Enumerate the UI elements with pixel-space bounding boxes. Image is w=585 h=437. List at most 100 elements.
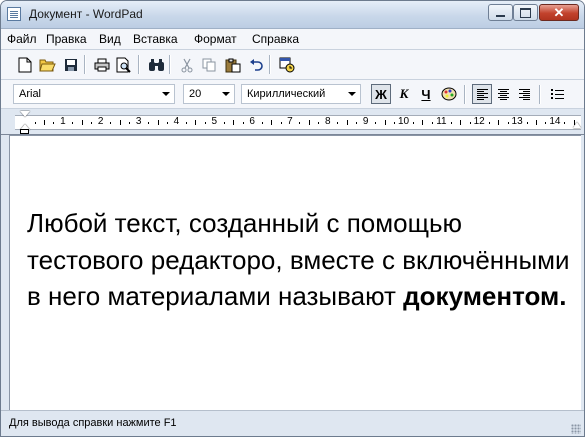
copy-button[interactable] (199, 55, 219, 75)
align-right-button[interactable] (514, 84, 534, 104)
minimize-button[interactable] (488, 4, 513, 21)
font-size-select[interactable]: 20 (183, 84, 235, 104)
font-size-value: 20 (189, 88, 202, 100)
new-document-button[interactable] (15, 55, 35, 75)
ruler-mark (394, 122, 395, 124)
ruler-mark (72, 122, 74, 124)
align-right-icon (518, 88, 530, 100)
script-select[interactable]: Кириллический (241, 84, 361, 104)
toolbar-separator (169, 55, 171, 74)
print-preview-icon (116, 57, 131, 73)
italic-button[interactable]: К (394, 84, 414, 104)
menu-bar: Файл Правка Вид Вставка Формат Справка (1, 29, 584, 50)
ruler-mark (375, 122, 377, 124)
ruler-number: 8 (325, 116, 331, 127)
ruler-mark (337, 122, 339, 124)
save-button[interactable] (61, 55, 81, 75)
document-area[interactable]: Любой текст, созданный с помощью тестово… (9, 135, 581, 410)
ruler-mark (299, 122, 301, 124)
ruler-mark (185, 122, 187, 124)
undo-button[interactable] (246, 55, 266, 75)
bold-button[interactable]: Ж (371, 84, 391, 104)
ruler-mark (526, 122, 528, 124)
left-margin-marker[interactable] (20, 129, 29, 134)
font-name-value: Arial (19, 88, 42, 100)
save-icon (65, 59, 77, 71)
print-button[interactable] (92, 55, 112, 75)
ruler-mark (384, 120, 386, 125)
ruler-mark (469, 122, 471, 124)
maximize-icon (520, 7, 531, 18)
align-left-button[interactable] (472, 84, 492, 104)
ruler-mark (53, 122, 55, 124)
maximize-button[interactable] (513, 4, 538, 21)
wordpad-app-icon[interactable] (7, 7, 21, 21)
print-preview-button[interactable] (114, 55, 134, 75)
align-center-icon (497, 88, 509, 100)
ruler-mark (488, 122, 490, 124)
title-bar[interactable]: Документ - WordPad ✕ (1, 1, 584, 29)
ruler-mark (450, 122, 452, 124)
menu-format[interactable]: Формат (194, 32, 237, 46)
ruler-number: 7 (287, 116, 293, 127)
ruler-mark (271, 120, 272, 125)
ruler-mark (148, 122, 149, 124)
ruler-scale[interactable]: 1 2 3 4 5 6 7 8 9 10 11 12 13 14 (15, 115, 581, 130)
paste-icon (225, 58, 241, 72)
paste-button[interactable] (223, 55, 243, 75)
menu-insert[interactable]: Вставка (133, 32, 178, 46)
right-indent-marker[interactable] (573, 122, 581, 128)
toolbar-separator (539, 85, 541, 104)
ruler-mark (318, 122, 320, 124)
menu-view[interactable]: Вид (99, 32, 121, 46)
ruler-mark (431, 122, 433, 124)
ruler-mark (34, 122, 36, 124)
ruler-mark (536, 120, 537, 125)
menu-edit[interactable]: Правка (46, 32, 87, 46)
ruler-mark (280, 122, 282, 124)
copy-icon (202, 58, 215, 72)
insert-datetime-button[interactable] (277, 55, 297, 75)
standard-toolbar (1, 50, 584, 80)
ruler-mark (460, 120, 462, 125)
find-button[interactable] (146, 55, 166, 75)
first-line-indent-marker[interactable] (20, 111, 30, 117)
ruler-mark (223, 122, 225, 124)
align-left-icon (476, 88, 488, 100)
font-name-select[interactable]: Arial (13, 84, 175, 104)
underline-button[interactable]: Ч (416, 84, 436, 104)
toolbar-separator (84, 55, 86, 74)
ruler-number: 4 (173, 116, 180, 127)
script-value: Кириллический (247, 88, 326, 100)
bold-label: Ж (375, 86, 387, 102)
ruler-mark (119, 120, 121, 125)
underline-label: Ч (421, 86, 431, 102)
ruler-number: 14 (549, 116, 561, 127)
ruler-mark (91, 122, 93, 124)
menu-help[interactable]: Справка (252, 32, 299, 46)
bullets-button[interactable] (547, 84, 567, 104)
ruler-number: 9 (362, 116, 369, 127)
ruler-mark (356, 122, 358, 124)
print-icon (94, 58, 110, 72)
ruler-number: 5 (211, 116, 218, 127)
chevron-down-icon (348, 92, 356, 96)
ruler-mark (110, 122, 112, 124)
ruler-mark (43, 120, 45, 125)
color-palette-icon (441, 87, 457, 101)
chevron-down-icon (222, 92, 230, 96)
undo-icon (250, 59, 263, 71)
align-center-button[interactable] (493, 84, 513, 104)
open-button[interactable] (37, 55, 57, 75)
close-button[interactable]: ✕ (539, 4, 579, 21)
document-text[interactable]: Любой текст, созданный с помощью тестово… (27, 205, 577, 315)
cut-button[interactable] (177, 55, 197, 75)
ruler-mark (498, 120, 500, 125)
menu-file[interactable]: Файл (7, 32, 37, 46)
resize-grip-icon[interactable] (571, 424, 581, 434)
close-icon: ✕ (553, 4, 565, 20)
format-bar: Arial 20 Кириллический Ж К Ч (1, 80, 584, 109)
ruler-mark (261, 122, 263, 124)
color-button[interactable] (439, 84, 459, 104)
ruler[interactable]: 1 2 3 4 5 6 7 8 9 10 11 12 13 14 (1, 109, 584, 135)
